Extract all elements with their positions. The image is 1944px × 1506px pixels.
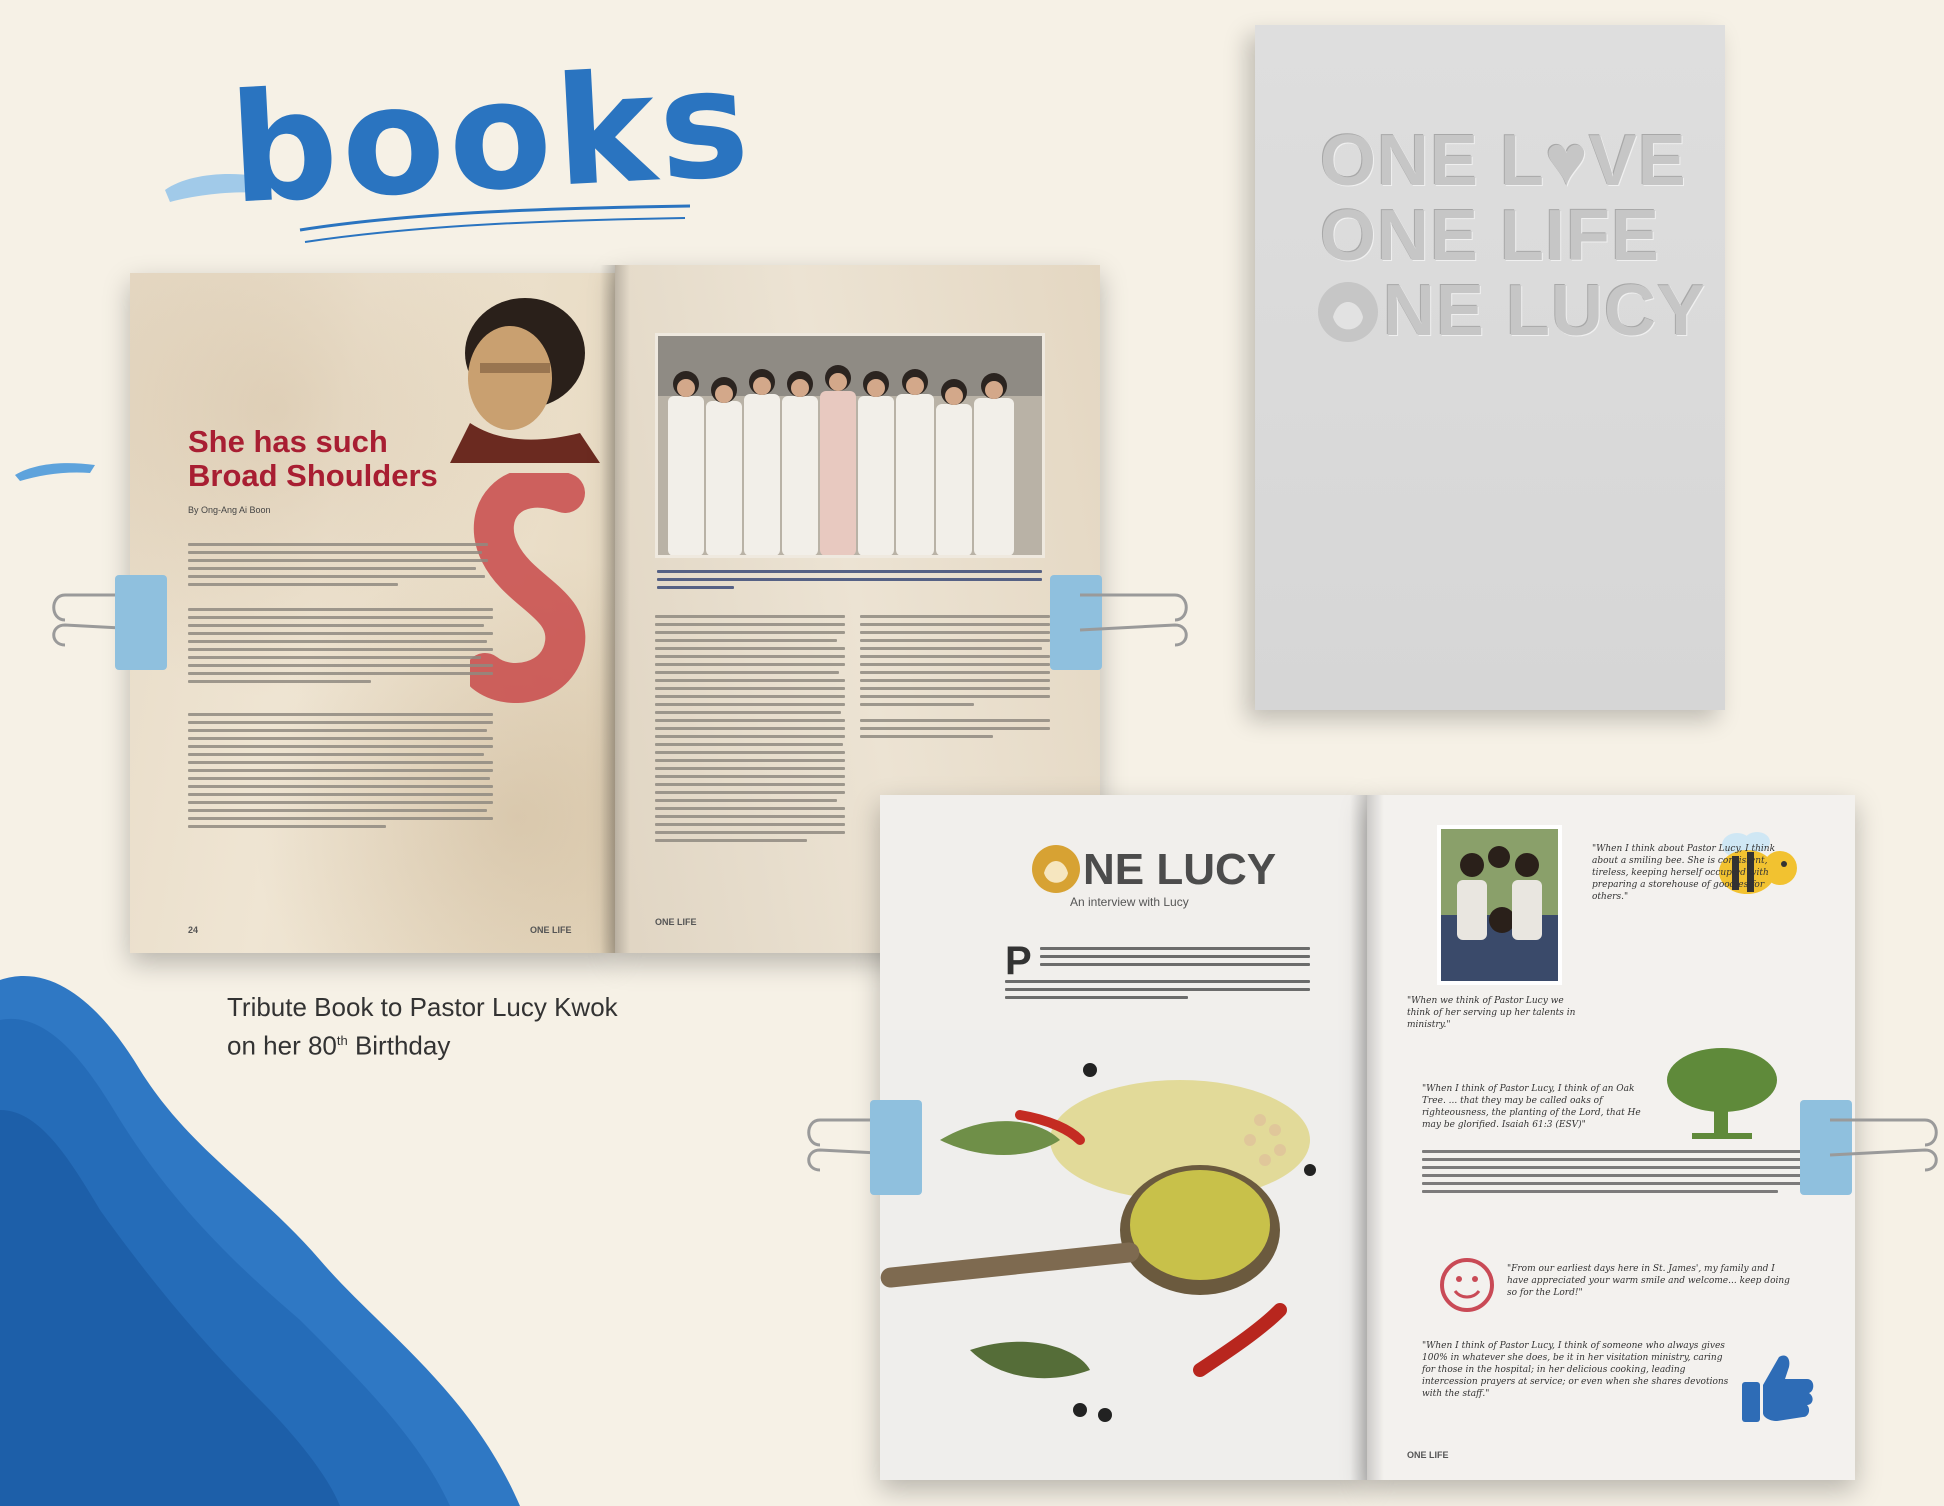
portrait-photo: [450, 298, 600, 463]
intro-paragraph: [1040, 947, 1310, 971]
body-paragraph: [188, 608, 493, 688]
friends-photo: [1437, 825, 1562, 985]
quote-gives-100: "When I think of Pastor Lucy, I think of…: [1422, 1341, 1729, 1399]
binder-clip-icon: [52, 575, 167, 670]
spine-shadow: [600, 265, 630, 953]
oak-tree-icon: [1667, 1048, 1777, 1139]
left-page: NE LUCY An interview with Lucy P: [880, 795, 1367, 1480]
quote-talents: "When we think of Pastor Lucy we think o…: [1407, 996, 1576, 1030]
headline-line-1: She has such: [188, 424, 388, 459]
photo-caption: [657, 570, 1042, 594]
caption-text: Birthday: [347, 1030, 451, 1061]
binder-clip-icon: [807, 1100, 922, 1195]
binder-clip-icon: [1800, 1100, 1938, 1195]
footer-title: ONE LIFE: [655, 917, 697, 927]
byline: By Ong-Ang Ai Boon: [188, 505, 271, 515]
article-headline: She has such Broad Shoulders: [188, 425, 448, 493]
cover-line-1: ONE L♥VE: [1320, 121, 1687, 201]
footer-title: ONE LIFE: [1407, 1450, 1449, 1460]
quote-smiling-bee: "When I think about Pastor Lucy, I think…: [1592, 844, 1776, 902]
footer-title: ONE LIFE: [530, 925, 572, 935]
face-silhouette-icon: [1032, 845, 1080, 893]
spice-photo: [880, 1030, 1367, 1480]
oak-tree-paragraph: [1422, 1150, 1817, 1198]
section-heading: books: [165, 36, 757, 260]
caption-superscript: th: [336, 1033, 348, 1048]
quote-oak-tree: "When I think of Pastor Lucy, I think of…: [1422, 1084, 1641, 1130]
cover-line-2: ONE LIFE: [1320, 196, 1661, 276]
body-column: [655, 615, 845, 847]
interview-book-spread: NE LUCY An interview with Lucy P "When I…: [880, 795, 1855, 1480]
section-title: NE LUCY: [1083, 845, 1277, 894]
headline-line-2: Broad Shoulders: [188, 458, 438, 493]
intro-paragraph: [1005, 980, 1310, 1004]
body-paragraph: [188, 543, 488, 591]
book-cover: ONE L♥VE ONE LIFE NE LUCY: [1255, 25, 1725, 710]
face-silhouette-icon: [1318, 282, 1378, 342]
book-caption: Tribute Book to Pastor Lucy Kwok on her …: [227, 990, 618, 1063]
caption-line-2: on her 80th Birthday: [227, 1024, 618, 1063]
body-column: [860, 615, 1050, 743]
right-page: "When I think about Pastor Lucy, I think…: [1367, 795, 1855, 1480]
body-paragraph: [188, 713, 493, 833]
thumbs-up-icon: [1742, 1355, 1814, 1422]
binder-clip-icon: [1050, 575, 1188, 670]
smiley-icon: [1440, 1258, 1494, 1312]
page-number: 24: [188, 925, 199, 935]
cover-line-3: NE LUCY: [1383, 271, 1707, 351]
paint-stroke: [15, 463, 95, 481]
group-photo: [655, 333, 1045, 558]
quote-warm-smile: "From our earliest days here in St. Jame…: [1507, 1264, 1790, 1298]
spine-shadow: [1350, 795, 1384, 1480]
drop-cap: P: [1005, 939, 1032, 983]
caption-text: on her 80: [227, 1030, 337, 1061]
left-page: She has such Broad Shoulders By Ong-Ang …: [130, 273, 615, 953]
section-subtitle: An interview with Lucy: [1070, 895, 1189, 909]
underline-doodle: [299, 204, 691, 243]
caption-line-1: Tribute Book to Pastor Lucy Kwok: [227, 992, 618, 1022]
